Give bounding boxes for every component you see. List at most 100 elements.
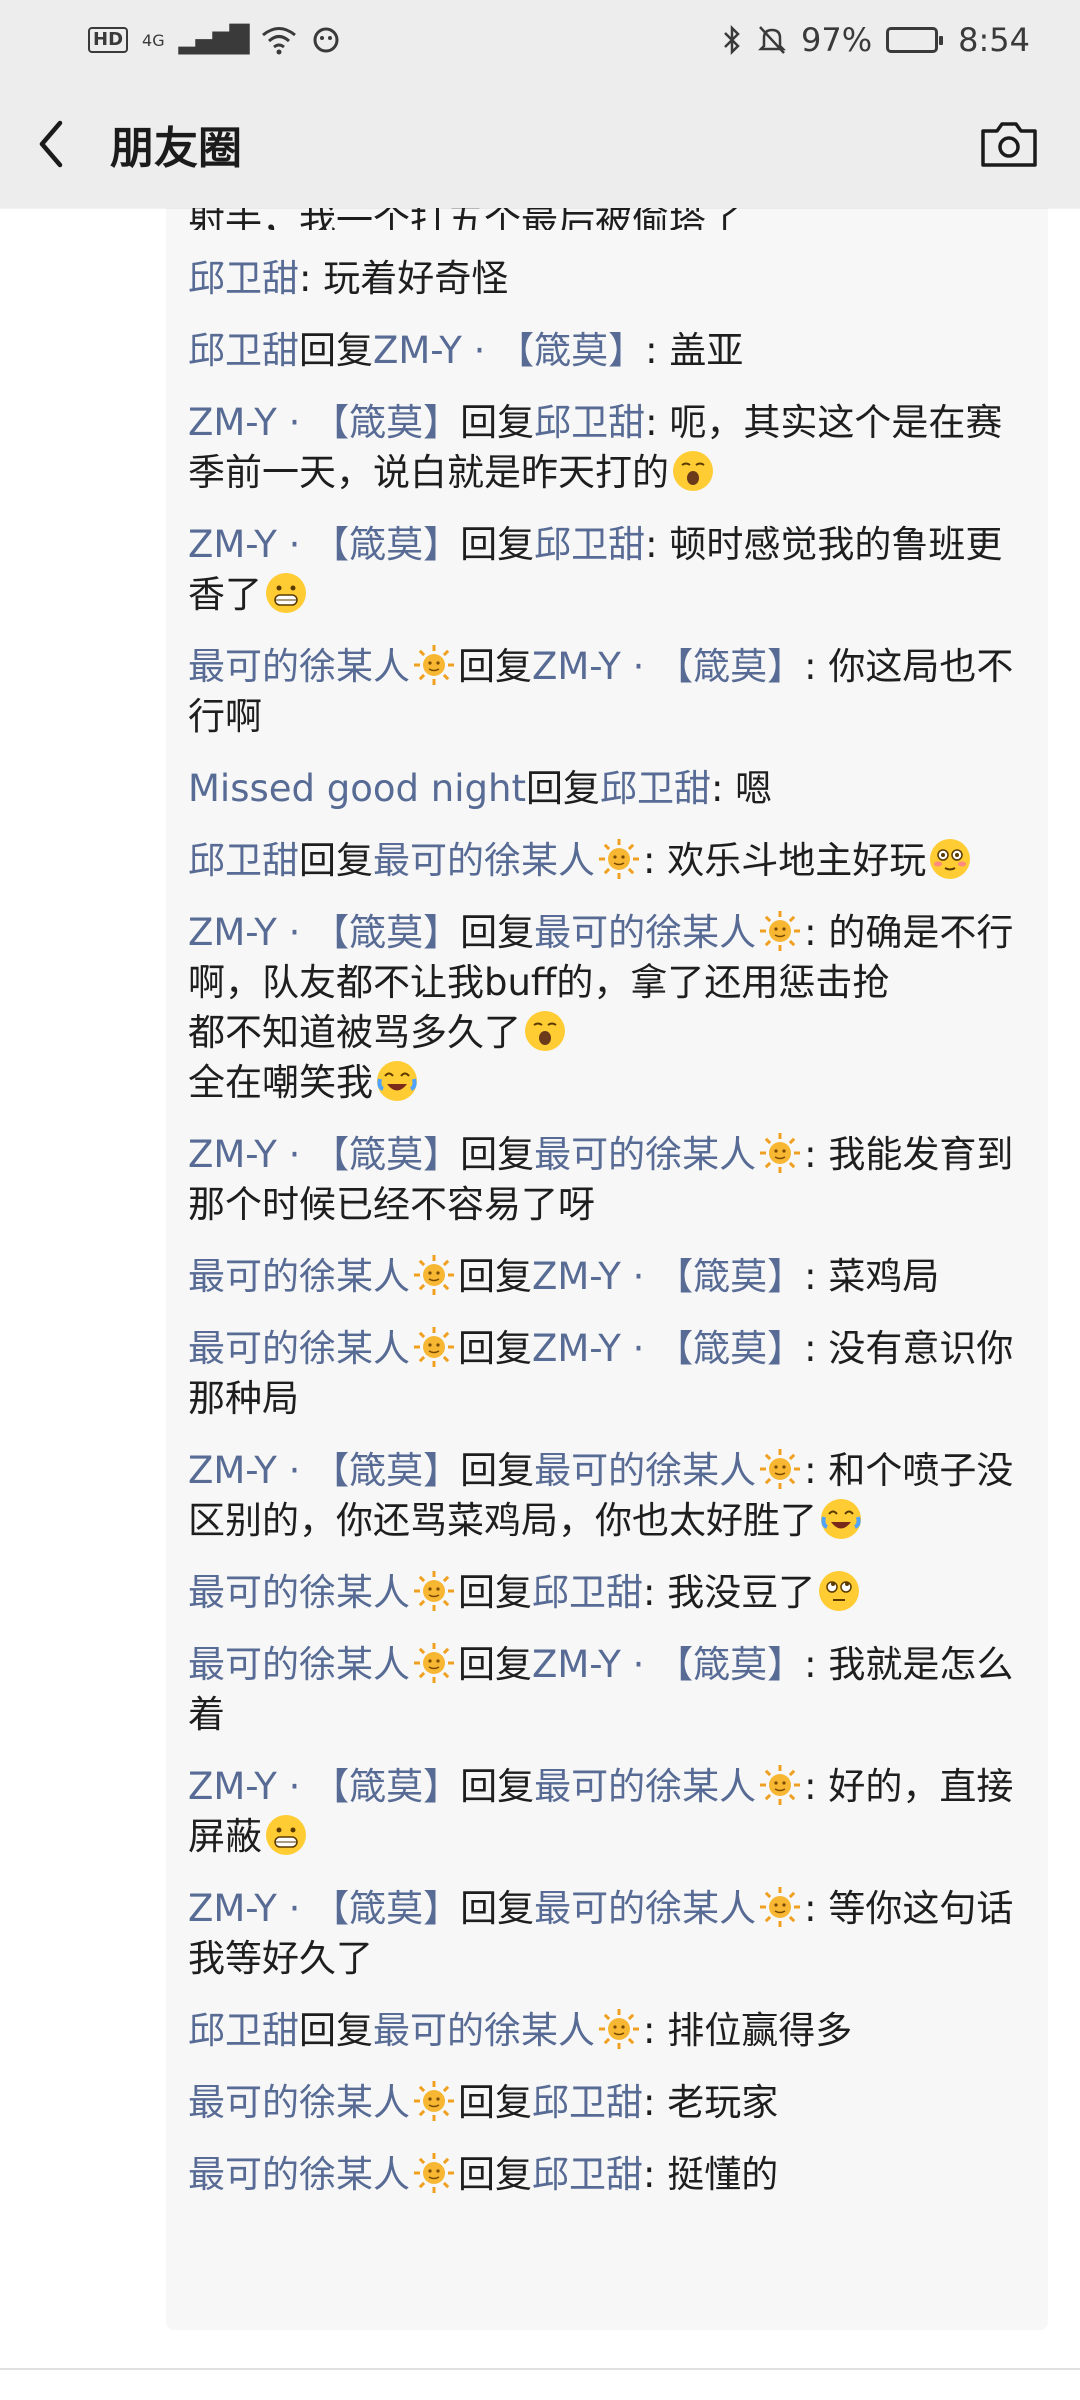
back-button[interactable] (36, 114, 76, 174)
comment-text: 回复 (458, 1643, 532, 1686)
comment-text: 回复 (458, 1327, 532, 1370)
sun-emoji-icon (599, 2009, 639, 2049)
commenter-name-link[interactable]: ZM-Y · 【箴莫】 (188, 1765, 460, 1808)
camera-button[interactable] (974, 112, 1044, 176)
comment-item[interactable]: 最可的徐某人 回复邱卫甜: 挺懂的 (188, 2150, 1028, 2200)
comment-item[interactable]: 最可的徐某人 回复ZM-Y · 【箴莫】: 我就是怎么着 (188, 1640, 1028, 1740)
commenter-name-link[interactable]: 邱卫甜 (188, 329, 299, 372)
comment-item[interactable]: 最可的徐某人 回复ZM-Y · 【箴莫】: 没有意识你那种局 (188, 1324, 1028, 1424)
top-nav-bar: 朋友圈 (0, 80, 1080, 208)
comment-text: 回复 (458, 2153, 532, 2196)
commenter-name-link[interactable]: 最可的徐某人 (188, 2081, 410, 2124)
comment-text: 回复 (299, 329, 373, 372)
sun-emoji-icon (414, 1327, 454, 1367)
comment-item[interactable]: 邱卫甜回复最可的徐某人: 欢乐斗地主好玩 (188, 836, 1028, 886)
commenter-name-link[interactable]: ZM-Y · 【箴莫】 (373, 329, 645, 372)
comment-text: 回复 (299, 2009, 373, 2052)
comment-text: 回复 (458, 1571, 532, 1614)
commenter-name-link[interactable]: 邱卫甜 (600, 767, 711, 810)
comment-text: : 盖亚 (645, 329, 744, 372)
commenter-name-link[interactable]: ZM-Y · 【箴莫】 (532, 1643, 804, 1686)
commenter-name-link[interactable]: ZM-Y · 【箴莫】 (188, 1887, 460, 1930)
comment-item[interactable]: ZM-Y · 【箴莫】回复最可的徐某人: 的确是不行啊，队友都不让我buff的，… (188, 908, 1028, 1108)
comment-item[interactable]: 邱卫甜回复ZM-Y · 【箴莫】: 盖亚 (188, 326, 1028, 376)
commenter-name-link[interactable]: 最可的徐某人 (534, 1133, 756, 1176)
commenter-name-link[interactable]: ZM-Y · 【箴莫】 (188, 1449, 460, 1492)
grin-emoji-icon (266, 573, 306, 613)
comment-item[interactable]: ZM-Y · 【箴莫】回复最可的徐某人: 和个喷子没区别的，你还骂菜鸡局，你也太… (188, 1446, 1028, 1546)
comment-text: 回复 (458, 645, 532, 688)
commenter-name-link[interactable]: 邱卫甜 (188, 839, 299, 882)
comment-item[interactable]: 最可的徐某人 回复邱卫甜: 我没豆了 (188, 1568, 1028, 1618)
moments-feed[interactable]: 射手，我一个打五个最后被偷塔了 邱卫甜: 玩着好奇怪 邱卫甜回复ZM-Y · 【箴… (0, 208, 1080, 2358)
commenter-name-link[interactable]: 邱卫甜 (188, 257, 299, 300)
commenter-name-link[interactable]: 最可的徐某人 (534, 1887, 756, 1930)
commenter-name-link[interactable]: 最可的徐某人 (373, 839, 595, 882)
commenter-name-link[interactable]: 邱卫甜 (534, 523, 645, 566)
commenter-name-link[interactable]: ZM-Y · 【箴莫】 (532, 1327, 804, 1370)
comment-item[interactable]: ZM-Y · 【箴莫】回复最可的徐某人: 等你这句话我等好久了 (188, 1884, 1028, 1984)
commenter-name-link[interactable]: 最可的徐某人 (188, 1327, 410, 1370)
sun-emoji-icon (414, 1255, 454, 1295)
mute-bell-icon (757, 26, 787, 54)
comment-text: 回复 (460, 1449, 535, 1492)
comment-item[interactable]: 最可的徐某人 回复ZM-Y · 【箴莫】: 菜鸡局 (188, 1252, 1028, 1302)
partial-comment: 射手，我一个打五个最后被偷塔了 (188, 208, 743, 230)
comment-item[interactable]: ZM-Y · 【箴莫】回复最可的徐某人: 好的，直接屏蔽 (188, 1762, 1028, 1862)
bottom-divider (0, 2368, 1080, 2370)
comment-item[interactable]: ZM-Y · 【箴莫】回复最可的徐某人: 我能发育到那个时候已经不容易了呀 (188, 1130, 1028, 1230)
comment-text: : 嗯 (710, 767, 773, 810)
commenter-name-link[interactable]: 最可的徐某人 (188, 1643, 410, 1686)
tears-of-joy-emoji-icon (821, 1499, 861, 1539)
commenter-name-link[interactable]: ZM-Y · 【箴莫】 (188, 911, 460, 954)
comment-item[interactable]: 最可的徐某人 回复ZM-Y · 【箴莫】: 你这局也不行啊 (188, 642, 1028, 742)
commenter-name-link[interactable]: ZM-Y · 【箴莫】 (188, 523, 460, 566)
commenter-name-link[interactable]: 邱卫甜 (188, 2009, 299, 2052)
comment-list: 邱卫甜: 玩着好奇怪 邱卫甜回复ZM-Y · 【箴莫】: 盖亚 ZM-Y · 【箴莫… (188, 254, 1028, 2200)
tears-of-joy-emoji-icon (377, 1061, 417, 1101)
yawn-emoji-icon (525, 1011, 565, 1051)
sun-emoji-icon (414, 1571, 454, 1611)
page-title: 朋友圈 (110, 123, 242, 174)
comment-text: 回复 (458, 1255, 532, 1298)
comment-text: : 玩着好奇怪 (299, 257, 509, 300)
commenter-name-link[interactable]: 邱卫甜 (532, 2081, 643, 2124)
comment-text: 回复 (460, 401, 535, 444)
sun-emoji-icon (599, 839, 639, 879)
commenter-name-link[interactable]: 邱卫甜 (532, 1571, 643, 1614)
commenter-name-link[interactable]: 最可的徐某人 (534, 1449, 756, 1492)
commenter-name-link[interactable]: ZM-Y · 【箴莫】 (532, 645, 804, 688)
sun-emoji-icon (760, 1765, 801, 1805)
eye-roll-emoji-icon (819, 1571, 860, 1611)
comment-text: 回复 (460, 911, 535, 954)
comment-item[interactable]: 邱卫甜回复最可的徐某人: 排位赢得多 (188, 2006, 1028, 2056)
commenter-name-link[interactable]: 最可的徐某人 (534, 911, 756, 954)
comment-item[interactable]: 最可的徐某人 回复邱卫甜: 老玩家 (188, 2078, 1028, 2128)
commenter-name-link[interactable]: 最可的徐某人 (373, 2009, 595, 2052)
commenter-name-link[interactable]: Missed good night (188, 767, 526, 810)
comment-item[interactable]: Missed good night回复邱卫甜: 嗯 (188, 764, 1028, 814)
sun-emoji-icon (414, 645, 454, 685)
flushed-emoji-icon (930, 839, 971, 879)
camera-icon (981, 122, 1037, 167)
comment-section: 射手，我一个打五个最后被偷塔了 邱卫甜: 玩着好奇怪 邱卫甜回复ZM-Y · 【箴… (166, 208, 1048, 2330)
commenter-name-link[interactable]: 最可的徐某人 (188, 645, 410, 688)
commenter-name-link[interactable]: 最可的徐某人 (188, 2153, 410, 2196)
comment-text: 回复 (458, 2081, 532, 2124)
comment-item[interactable]: 邱卫甜: 玩着好奇怪 (188, 254, 1028, 304)
commenter-name-link[interactable]: 邱卫甜 (532, 2153, 643, 2196)
commenter-name-link[interactable]: ZM-Y · 【箴莫】 (188, 1133, 460, 1176)
commenter-name-link[interactable]: 最可的徐某人 (534, 1765, 756, 1808)
commenter-name-link[interactable]: 最可的徐某人 (188, 1255, 410, 1298)
comment-item[interactable]: ZM-Y · 【箴莫】回复邱卫甜: 顿时感觉我的鲁班更香了 (188, 520, 1028, 620)
comment-item[interactable]: ZM-Y · 【箴莫】回复邱卫甜: 呃，其实这个是在赛季前一天，说白就是昨天打的 (188, 398, 1028, 498)
clock: 8:54 (958, 21, 1030, 59)
commenter-name-link[interactable]: 最可的徐某人 (188, 1571, 410, 1614)
commenter-name-link[interactable]: ZM-Y · 【箴莫】 (532, 1255, 804, 1298)
sun-emoji-icon (760, 1133, 801, 1173)
chevron-left-icon (39, 120, 63, 168)
commenter-name-link[interactable]: ZM-Y · 【箴莫】 (188, 401, 460, 444)
app-notification-icon (313, 27, 339, 53)
commenter-name-link[interactable]: 邱卫甜 (534, 401, 645, 444)
comment-text: 回复 (525, 767, 600, 810)
